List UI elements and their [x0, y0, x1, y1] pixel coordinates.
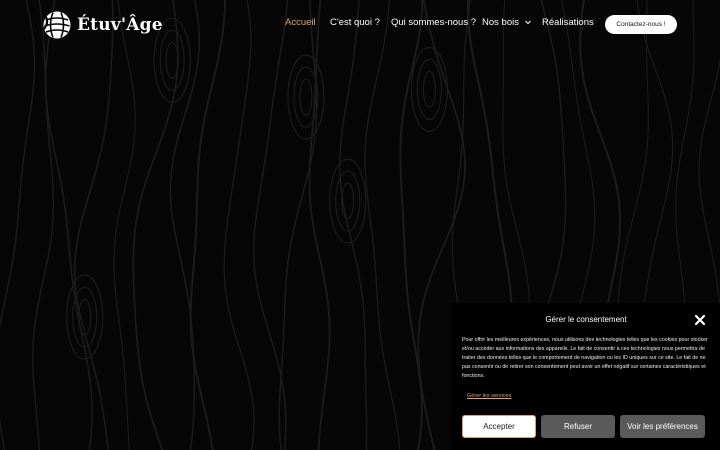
refuse-button[interactable]: Refuser — [541, 415, 615, 438]
nav-item-qui-sommes-nous[interactable]: Qui sommes-nous ? — [391, 17, 476, 28]
chevron-down-icon — [524, 20, 531, 25]
consent-title: Gérer le consentement — [545, 315, 627, 324]
nav-item-cest-quoi[interactable]: C'est quoi ? — [330, 17, 380, 28]
nav-item-nos-bois[interactable]: Nos bois — [482, 17, 532, 28]
nav-item-realisations[interactable]: Réalisations — [542, 17, 594, 28]
wood-grain-line — [278, 0, 318, 450]
wood-knot — [422, 70, 436, 109]
wood-grain-line — [253, 0, 289, 450]
nav-item-accueil[interactable]: Accueil — [285, 17, 316, 28]
nav-item-nos-bois-label: Nos bois — [482, 17, 519, 28]
wood-knot — [165, 41, 179, 79]
consent-panel: Gérer le consentement Pour offrir les me… — [452, 303, 720, 450]
wood-knot — [299, 78, 313, 116]
wood-knot — [72, 286, 98, 348]
wood-grain-line — [0, 0, 36, 450]
wood-grain-line — [132, 0, 179, 450]
consent-description: Pour offrir les meilleures expériences, … — [462, 337, 708, 379]
wood-grain-line — [399, 0, 424, 450]
contact-button[interactable]: Contactez-nous ! — [605, 15, 677, 34]
wood-grain-line — [364, 0, 401, 450]
brand-name: Étuv'Âge — [77, 15, 163, 35]
wood-knot — [416, 58, 442, 121]
accept-button[interactable]: Accepter — [462, 415, 536, 438]
wood-globe-icon — [42, 11, 71, 39]
wood-grain-line — [73, 0, 114, 450]
manage-services-link[interactable]: Gérer les services — [467, 393, 511, 399]
wood-grain-line — [31, 0, 55, 450]
wood-grain-line — [223, 0, 255, 450]
view-preferences-button[interactable]: Voir les préférences — [620, 415, 705, 438]
wood-knot — [159, 29, 185, 91]
site-logo[interactable]: Étuv'Âge — [42, 10, 163, 40]
wood-grain-line — [169, 0, 201, 450]
wood-grain-line — [113, 0, 136, 450]
close-icon[interactable] — [694, 314, 706, 326]
wood-grain-line — [308, 0, 331, 450]
wood-grain-line — [189, 0, 226, 450]
